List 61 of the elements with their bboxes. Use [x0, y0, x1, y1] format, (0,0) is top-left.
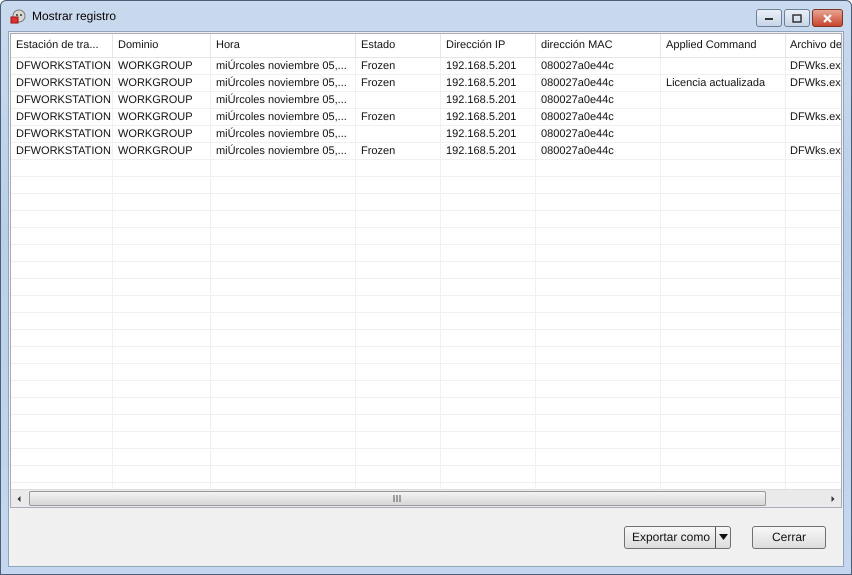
column-header[interactable]: Estado [356, 34, 441, 57]
table-cell: 080027a0e44c [536, 92, 661, 108]
grip-icon [393, 495, 402, 502]
column-header[interactable]: Estación de tra... [11, 34, 113, 57]
table-cell: DFWORKSTATION [11, 143, 113, 159]
table-cell: WORKGROUP [113, 75, 211, 91]
caret-icon[interactable] [718, 534, 728, 540]
close-icon [822, 14, 833, 22]
table-cell: miÚrcoles noviembre 05,... [211, 109, 356, 125]
minimize-button[interactable] [756, 9, 782, 27]
table-cell: 080027a0e44c [536, 58, 661, 74]
table-cell: 192.168.5.201 [441, 92, 536, 108]
table-cell: WORKGROUP [113, 58, 211, 74]
minimize-icon [764, 15, 774, 21]
table-cell: WORKGROUP [113, 143, 211, 159]
horizontal-scrollbar[interactable] [11, 489, 841, 507]
table-cell: 080027a0e44c [536, 109, 661, 125]
table-cell: 192.168.5.201 [441, 143, 536, 159]
table-cell: 192.168.5.201 [441, 126, 536, 142]
table-cell: DFWORKSTATION [11, 126, 113, 142]
column-header[interactable]: Dirección IP [441, 34, 536, 57]
table-cell: DFWORKSTATION [11, 109, 113, 125]
table-cell: DFWORKSTATION [11, 75, 113, 91]
table-cell: 192.168.5.201 [441, 58, 536, 74]
export-split-button[interactable]: Exportar como [624, 526, 731, 548]
table-cell: 080027a0e44c [536, 143, 661, 159]
table-cell: Frozen [356, 58, 441, 74]
column-header[interactable]: Applied Command [661, 34, 786, 57]
table-cell-text: DFWks.ex [789, 110, 841, 125]
table-cell: 080027a0e44c [536, 126, 661, 142]
table-cell: Frozen [356, 109, 441, 125]
table-cell: 192.168.5.201 [441, 109, 536, 125]
table-cell: DFWORKSTATION [11, 92, 113, 108]
close-button[interactable] [812, 9, 843, 27]
table-cell: Licencia actualizada [661, 75, 786, 91]
scroll-right-arrow-icon[interactable] [831, 496, 835, 502]
table-cell: miÚrcoles noviembre 05,... [211, 75, 356, 91]
scrollbar-thumb[interactable] [29, 491, 766, 506]
column-header[interactable]: Dominio [113, 34, 211, 57]
column-header[interactable]: dirección MAC [536, 34, 661, 57]
table-cell: WORKGROUP [113, 109, 211, 125]
window-title: Mostrar registro [32, 9, 116, 23]
table-cell: WORKGROUP [113, 126, 211, 142]
table-cell: miÚrcoles noviembre 05,... [211, 143, 356, 159]
table-cell-text: DFWks.ex [789, 59, 841, 74]
table-cell: DFWORKSTATION [11, 58, 113, 74]
table-cell: Frozen [356, 143, 441, 159]
table-cell: Frozen [356, 75, 441, 91]
table-cell: WORKGROUP [113, 92, 211, 108]
table-cell: 192.168.5.201 [441, 75, 536, 91]
table-cell-text: DFWks.ex [789, 76, 841, 91]
table-cell: miÚrcoles noviembre 05,... [211, 126, 356, 142]
table-cell: 080027a0e44c [536, 75, 661, 91]
table-cell-text: DFWks.ex [789, 144, 841, 159]
table-cell: miÚrcoles noviembre 05,... [211, 58, 356, 74]
scroll-left-arrow-icon[interactable] [17, 496, 21, 502]
close-dialog-button[interactable]: Cerrar [752, 526, 826, 548]
maximize-icon [792, 14, 802, 22]
table-cell: miÚrcoles noviembre 05,... [211, 92, 356, 108]
column-header[interactable]: Hora [211, 34, 356, 57]
maximize-button[interactable] [784, 9, 810, 27]
